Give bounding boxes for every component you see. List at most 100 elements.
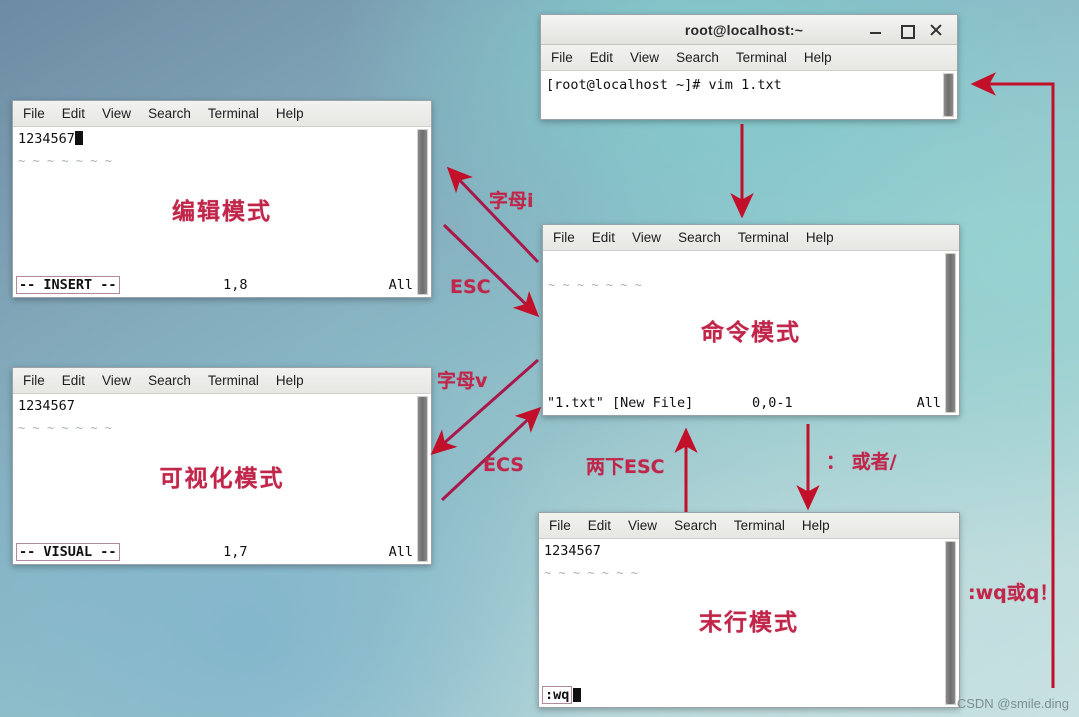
visual-menubar[interactable]: File Edit View Search Terminal Help bbox=[13, 368, 431, 394]
menu-edit[interactable]: Edit bbox=[62, 373, 85, 388]
menu-help[interactable]: Help bbox=[276, 106, 304, 121]
arrow-insert-to-command bbox=[442, 223, 540, 318]
menu-search[interactable]: Search bbox=[676, 50, 719, 65]
label-letter-i: 字母i bbox=[489, 190, 534, 212]
menu-view[interactable]: View bbox=[102, 373, 131, 388]
lastline-menubar[interactable]: File Edit View Search Terminal Help bbox=[539, 513, 959, 539]
insert-menubar[interactable]: File Edit View Search Terminal Help bbox=[13, 101, 431, 127]
command-menubar[interactable]: File Edit View Search Terminal Help bbox=[543, 225, 959, 251]
lastline-statusline: :wq bbox=[539, 685, 945, 705]
insert-scrollbar[interactable] bbox=[417, 129, 428, 295]
status-command-entry: :wq bbox=[542, 686, 573, 704]
menu-terminal[interactable]: Terminal bbox=[208, 373, 259, 388]
menu-file[interactable]: File bbox=[553, 230, 575, 245]
menu-help[interactable]: Help bbox=[804, 50, 832, 65]
terminal-titlebar[interactable]: root@localhost:~ bbox=[541, 15, 957, 45]
menu-view[interactable]: View bbox=[628, 518, 657, 533]
menu-terminal[interactable]: Terminal bbox=[734, 518, 785, 533]
menu-help[interactable]: Help bbox=[802, 518, 830, 533]
menu-search[interactable]: Search bbox=[148, 106, 191, 121]
visual-mode-label: 可视化模式 bbox=[159, 465, 285, 492]
buffer-first-line: 1234567 bbox=[13, 127, 431, 150]
scrollbar-thumb[interactable] bbox=[946, 254, 955, 412]
insert-mode-label: 编辑模式 bbox=[172, 198, 272, 225]
scrollbar-thumb[interactable] bbox=[944, 74, 953, 116]
menu-edit[interactable]: Edit bbox=[588, 518, 611, 533]
menu-help[interactable]: Help bbox=[806, 230, 834, 245]
label-two-esc: 两下ESC bbox=[586, 456, 665, 478]
menu-edit[interactable]: Edit bbox=[592, 230, 615, 245]
label-colon-or-slash: ： 或者/ bbox=[826, 451, 897, 473]
buffer-first-line: 1234567 bbox=[544, 543, 601, 559]
menu-search[interactable]: Search bbox=[678, 230, 721, 245]
menu-search[interactable]: Search bbox=[674, 518, 717, 533]
terminal-scrollbar[interactable] bbox=[943, 73, 954, 117]
menu-file[interactable]: File bbox=[23, 106, 45, 121]
menu-file[interactable]: File bbox=[549, 518, 571, 533]
status-mode-badge: -- INSERT -- bbox=[16, 276, 120, 294]
menu-help[interactable]: Help bbox=[276, 373, 304, 388]
terminal-title: root@localhost:~ bbox=[684, 21, 804, 38]
terminal-prompt-line: [root@localhost ~]# vim 1.txt bbox=[546, 77, 782, 93]
menu-file[interactable]: File bbox=[23, 373, 45, 388]
menu-terminal[interactable]: Terminal bbox=[736, 50, 787, 65]
vim-tilde-column: ~ ~ ~ ~ ~ ~ ~ bbox=[18, 421, 112, 435]
status-scroll-percent: All bbox=[388, 277, 413, 293]
menu-terminal[interactable]: Terminal bbox=[738, 230, 789, 245]
scrollbar-thumb[interactable] bbox=[418, 130, 427, 294]
insert-editor-area[interactable]: 1234567 ~ ~ ~ ~ ~ ~ ~ 编辑模式 -- INSERT -- … bbox=[13, 127, 431, 297]
desktop-background: root@localhost:~ File Edit View Search T… bbox=[0, 0, 1079, 717]
vim-tilde-column: ~ ~ ~ ~ ~ ~ ~ bbox=[544, 566, 638, 580]
vim-tilde-column: ~ ~ ~ ~ ~ ~ ~ bbox=[548, 278, 642, 292]
lastline-editor-area[interactable]: 1234567 ~ ~ ~ ~ ~ ~ ~ 末行模式 :wq bbox=[539, 539, 959, 707]
label-wq-or-q: :wq或q！ bbox=[968, 582, 1059, 604]
label-letter-v: 字母v bbox=[437, 370, 488, 392]
status-mode-badge: -- VISUAL -- bbox=[16, 543, 120, 561]
label-ecs-lower: ECS bbox=[483, 454, 524, 476]
menu-edit[interactable]: Edit bbox=[590, 50, 613, 65]
window-controls[interactable] bbox=[869, 23, 949, 39]
insert-statusline: -- INSERT -- 1,8 All bbox=[13, 275, 417, 295]
command-mode-window[interactable]: File Edit View Search Terminal Help ~ ~ … bbox=[542, 224, 960, 416]
command-editor-area[interactable]: ~ ~ ~ ~ ~ ~ ~ 命令模式 "1.txt" [New File] 0,… bbox=[543, 251, 959, 415]
visual-statusline: -- VISUAL -- 1,7 All bbox=[13, 542, 417, 562]
visual-editor-area[interactable]: 1234567 ~ ~ ~ ~ ~ ~ ~ 可视化模式 -- VISUAL --… bbox=[13, 394, 431, 564]
scrollbar-thumb[interactable] bbox=[418, 397, 427, 561]
status-scroll-percent: All bbox=[916, 395, 941, 411]
menu-terminal[interactable]: Terminal bbox=[208, 106, 259, 121]
buffer-first-line bbox=[543, 251, 959, 253]
text-cursor bbox=[74, 131, 83, 145]
status-scroll-percent: All bbox=[388, 544, 413, 560]
arrow-command-to-insert bbox=[446, 166, 540, 264]
terminal-window[interactable]: root@localhost:~ File Edit View Search T… bbox=[540, 14, 958, 120]
menu-file[interactable]: File bbox=[551, 50, 573, 65]
command-cursor bbox=[573, 688, 582, 702]
insert-mode-window[interactable]: File Edit View Search Terminal Help 1234… bbox=[12, 100, 432, 298]
visual-scrollbar[interactable] bbox=[417, 396, 428, 562]
minimize-icon[interactable] bbox=[869, 23, 883, 37]
lastline-scrollbar[interactable] bbox=[945, 541, 956, 705]
terminal-output[interactable]: [root@localhost ~]# vim 1.txt bbox=[541, 71, 957, 119]
menu-view[interactable]: View bbox=[632, 230, 661, 245]
visual-mode-window[interactable]: File Edit View Search Terminal Help 1234… bbox=[12, 367, 432, 565]
scrollbar-thumb[interactable] bbox=[946, 542, 955, 704]
terminal-menubar[interactable]: File Edit View Search Terminal Help bbox=[541, 45, 957, 71]
vim-tilde-column: ~ ~ ~ ~ ~ ~ ~ bbox=[18, 154, 112, 168]
menu-view[interactable]: View bbox=[102, 106, 131, 121]
label-esc-upper: ESC bbox=[450, 276, 491, 298]
lastline-mode-window[interactable]: File Edit View Search Terminal Help 1234… bbox=[538, 512, 960, 708]
menu-edit[interactable]: Edit bbox=[62, 106, 85, 121]
status-position: 0,0-1 bbox=[752, 395, 793, 411]
status-position: 1,8 bbox=[223, 277, 248, 293]
command-mode-label: 命令模式 bbox=[701, 320, 801, 347]
command-statusline: "1.txt" [New File] 0,0-1 All bbox=[543, 393, 945, 413]
lastline-mode-label: 末行模式 bbox=[699, 609, 799, 636]
menu-view[interactable]: View bbox=[630, 50, 659, 65]
status-position: 1,7 bbox=[223, 544, 248, 560]
menu-search[interactable]: Search bbox=[148, 373, 191, 388]
status-filename: "1.txt" [New File] bbox=[547, 395, 694, 411]
command-scrollbar[interactable] bbox=[945, 253, 956, 413]
watermark: CSDN @smile.ding bbox=[956, 696, 1069, 711]
maximize-icon[interactable] bbox=[899, 23, 915, 39]
close-icon[interactable] bbox=[929, 23, 943, 37]
